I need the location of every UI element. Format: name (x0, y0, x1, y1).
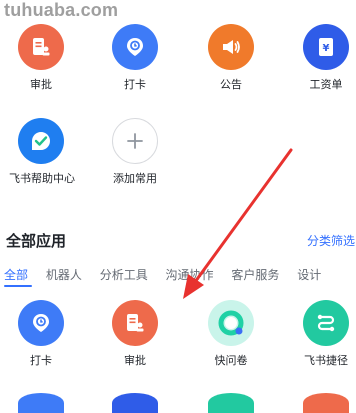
annotation-arrow (183, 148, 293, 299)
